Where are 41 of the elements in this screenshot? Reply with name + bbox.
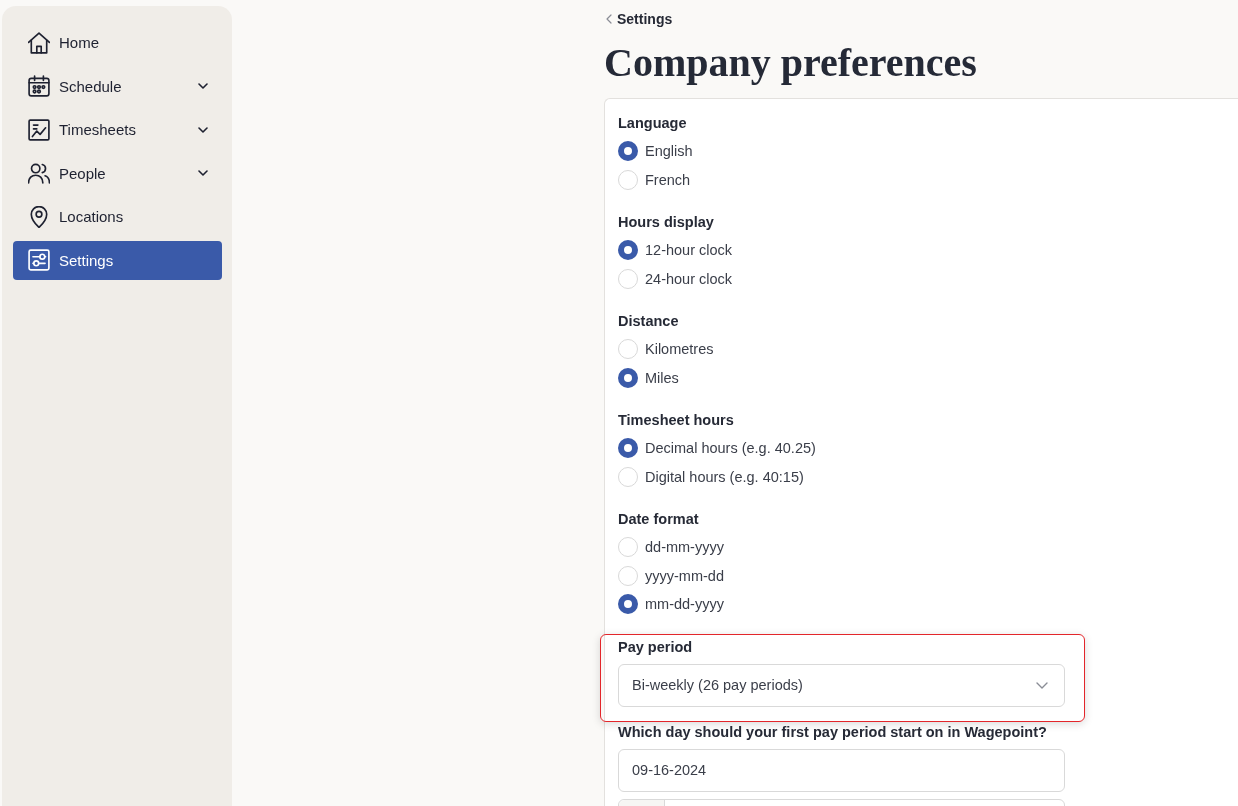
chevron-left-icon	[606, 14, 612, 24]
radio-label: 24-hour clock	[645, 270, 733, 287]
chevron-down-icon	[1036, 681, 1048, 689]
nav-item[interactable]: Home	[13, 23, 222, 63]
nav-item[interactable]: Settings	[13, 240, 222, 280]
radio-button[interactable]	[618, 240, 638, 261]
section-label: Distance	[618, 312, 680, 331]
section-label: Language	[618, 114, 688, 133]
section-label: Date format	[618, 510, 700, 529]
radio-label: Miles	[645, 369, 679, 386]
radio-button[interactable]	[618, 367, 638, 388]
field-label: Which day should your first pay period start on in Wagepoint?	[618, 722, 1048, 742]
people-icon	[28, 162, 50, 185]
map-pin-icon	[28, 205, 50, 228]
page-title: Company preferences	[604, 39, 978, 87]
chart-sheet-icon	[28, 118, 50, 141]
radio-label: yyyy-mm-dd	[645, 567, 724, 584]
radio-label: Decimal hours (e.g. 40.25)	[645, 440, 816, 457]
radio-button[interactable]	[618, 141, 638, 162]
calendar-icon	[28, 75, 50, 98]
field-label: Pay period	[618, 637, 694, 657]
home-icon	[28, 31, 50, 54]
radio-button[interactable]	[618, 438, 638, 459]
radio-label: Digital hours (e.g. 40:15)	[645, 468, 804, 485]
radio-label: 12-hour clock	[645, 242, 733, 259]
sliders-icon	[28, 249, 50, 272]
nav-item[interactable]: Locations	[13, 197, 222, 237]
back-link[interactable]: Settings	[606, 11, 673, 27]
nav-item[interactable]: Timesheets	[13, 110, 222, 150]
nav-item[interactable]: People	[13, 153, 222, 193]
date-input[interactable]: 09-16-2024	[618, 748, 1065, 792]
radio-label: Kilometres	[645, 341, 714, 358]
radio-label: English	[645, 143, 693, 160]
dropdown-select[interactable]: Bi-weekly (26 pay periods)	[618, 663, 1065, 707]
section-label: Hours display	[618, 213, 715, 232]
nav-item[interactable]: Schedule	[13, 66, 222, 106]
radio-label: French	[645, 171, 691, 188]
section-label: Timesheet hours	[618, 411, 735, 430]
radio-label: mm-dd-yyyy	[645, 596, 724, 613]
radio-button[interactable]	[618, 594, 638, 615]
radio-label: dd-mm-yyyy	[645, 539, 724, 556]
